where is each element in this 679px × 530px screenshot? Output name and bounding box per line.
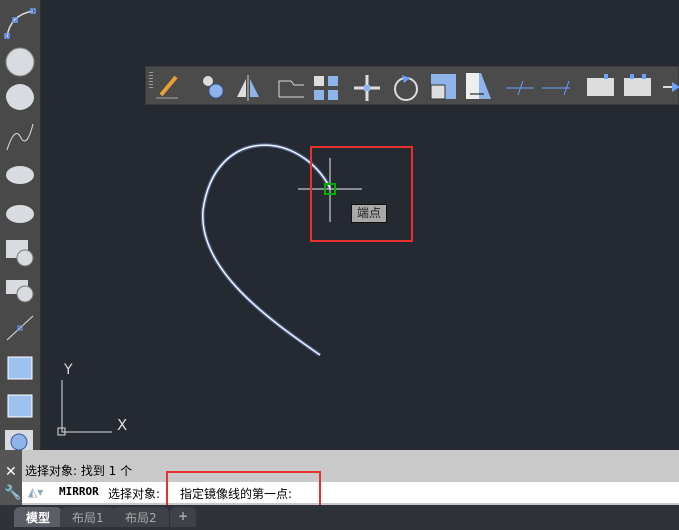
close-icon[interactable]: ✕ bbox=[5, 464, 17, 480]
add-layout-button[interactable]: + bbox=[170, 507, 197, 527]
highlight-box-cursor bbox=[310, 146, 413, 242]
tab-layout1[interactable]: 布局1 bbox=[60, 507, 116, 527]
highlight-box-prompt bbox=[166, 471, 321, 507]
command-icon[interactable]: ◭▾ bbox=[28, 485, 43, 499]
ucs-y-label: Y bbox=[64, 362, 73, 378]
command-line-side: ✕ 🔧 bbox=[0, 450, 22, 505]
tab-model[interactable]: 模型 bbox=[14, 507, 63, 527]
command-prompt: 选择对象: bbox=[108, 487, 161, 501]
command-line: ✕ 🔧 选择对象: 找到 1 个 ◭▾ MIRROR 选择对象: 指定镜像线的第… bbox=[0, 450, 679, 507]
command-history: 选择对象: 找到 1 个 bbox=[25, 464, 133, 478]
layout-tabs: 模型 布局1 布局2 + bbox=[0, 505, 679, 530]
ucs-x-label: X bbox=[117, 416, 128, 434]
tab-layout2[interactable]: 布局2 bbox=[113, 507, 169, 527]
wrench-icon[interactable]: 🔧 bbox=[4, 485, 21, 501]
ucs-icon bbox=[57, 380, 112, 436]
command-name: MIRROR bbox=[59, 485, 99, 498]
command-input[interactable]: ◭▾ MIRROR 选择对象: 指定镜像线的第一点: bbox=[22, 482, 679, 503]
